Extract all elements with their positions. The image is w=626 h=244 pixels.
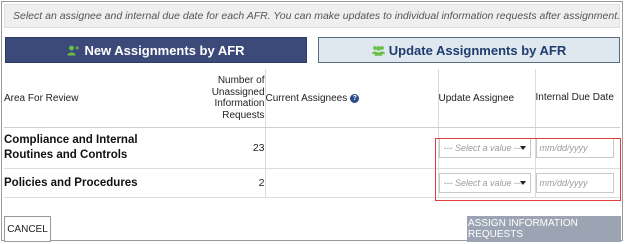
- table-header-row: Area For Review Number of Unassigned Inf…: [4, 69, 620, 128]
- due-date-input[interactable]: mm/dd/yyyy: [535, 173, 614, 193]
- current-assignees-cell: [265, 168, 439, 198]
- tab-update-assignments-label: Update Assignments by AFR: [388, 42, 567, 58]
- chevron-down-icon: [519, 146, 526, 150]
- cancel-button[interactable]: CANCEL: [4, 216, 51, 242]
- header-update-assignee: Update Assignee: [438, 69, 536, 128]
- assignee-select-value: --- Select a value ---: [443, 143, 524, 153]
- tab-new-assignments[interactable]: New Assignments by AFR: [5, 37, 307, 63]
- update-assignee-cell: --- Select a value ---: [438, 168, 536, 198]
- header-area-for-review: Area For Review: [4, 69, 189, 128]
- area-for-review-cell: Compliance and Internal Routines and Con…: [4, 127, 189, 169]
- instruction-notice: Select an assignee and internal due date…: [4, 4, 620, 28]
- user-plus-icon: [67, 45, 80, 56]
- tab-update-assignments[interactable]: Update Assignments by AFR: [318, 37, 620, 63]
- area-for-review-cell: Policies and Procedures: [4, 168, 189, 198]
- header-current-assignees-label: Current Assignees: [265, 92, 348, 104]
- due-date-input[interactable]: mm/dd/yyyy: [535, 138, 614, 158]
- due-date-cell: mm/dd/yyyy: [535, 127, 620, 169]
- assignee-select[interactable]: --- Select a value ---: [438, 138, 531, 158]
- table-row: Policies and Procedures 2 --- Select a v…: [4, 168, 620, 198]
- update-assignee-cell: --- Select a value ---: [438, 127, 536, 169]
- assign-information-requests-button[interactable]: ASSIGN INFORMATION REQUESTS: [467, 216, 621, 242]
- assignee-select-value: --- Select a value ---: [443, 178, 524, 188]
- users-icon: [371, 45, 385, 56]
- table-row: Compliance and Internal Routines and Con…: [4, 127, 620, 169]
- unassigned-count-cell: 2: [189, 168, 266, 198]
- assignments-table: Area For Review Number of Unassigned Inf…: [4, 69, 620, 198]
- tab-new-assignments-label: New Assignments by AFR: [84, 42, 245, 58]
- assignee-select[interactable]: --- Select a value ---: [438, 173, 531, 193]
- chevron-down-icon: [519, 181, 526, 185]
- current-assignees-cell: [265, 127, 439, 169]
- header-internal-due-date: Internal Due Date: [535, 69, 620, 128]
- header-unassigned-count: Number of Unassigned Information Request…: [189, 69, 266, 128]
- due-date-cell: mm/dd/yyyy: [535, 168, 620, 198]
- help-icon[interactable]: ?: [350, 93, 360, 103]
- unassigned-count-cell: 23: [189, 127, 266, 169]
- header-current-assignees: Current Assignees?: [265, 69, 439, 128]
